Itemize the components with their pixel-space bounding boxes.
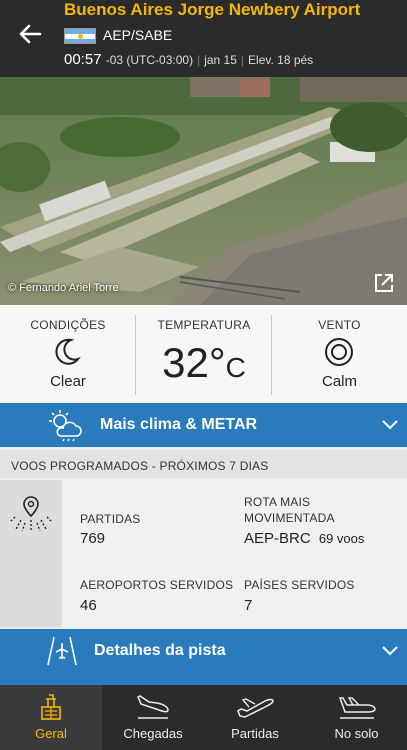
airport-building-icon [41, 694, 61, 720]
argentina-flag-icon [64, 28, 96, 44]
chevron-down-icon [382, 646, 398, 656]
airport-meta: 00:57 -03 (UTC-03:00) | jan 15 | Elev. 18 pé… [64, 51, 314, 68]
wind-value: Calm [321, 373, 357, 390]
local-time: 00:57 [64, 51, 102, 68]
conditions-value: Clear [50, 373, 86, 390]
temperature-unit: C [225, 352, 246, 383]
elevation: Elev. 18 pés [248, 53, 314, 67]
weather-icon [49, 410, 82, 442]
nav-departures-label: Partidas [231, 726, 279, 741]
calm-wind-icon [325, 338, 353, 366]
plane-landing-icon [137, 695, 169, 719]
moon-icon [55, 338, 81, 365]
photo-credit: © Fernando Ariel Torre [8, 282, 119, 294]
departures-label: PARTIDAS [80, 512, 141, 526]
bottom-navigation: Geral Chegadas Partidas No solo [0, 685, 407, 750]
local-date: jan 15 [204, 53, 237, 67]
wind-label: VENTO [318, 318, 361, 332]
busiest-route-value: AEP-BRC 69 voos [244, 530, 365, 547]
conditions-column: CONDIÇÕES Clear [0, 305, 136, 403]
more-weather-button[interactable]: Mais clima & METAR [0, 403, 407, 447]
nav-general-label: Geral [35, 726, 67, 741]
open-external-icon[interactable] [373, 272, 395, 294]
busiest-route-label: ROTA MAIS MOVIMENTADA [244, 495, 335, 525]
back-arrow-icon[interactable] [16, 20, 44, 48]
nav-arrivals-label: Chegadas [123, 726, 183, 741]
scheduled-flights-stats: PARTIDAS 769 ROTA MAIS MOVIMENTADA AEP-B… [0, 480, 407, 627]
runway-details-button[interactable]: Detalhes da pista [0, 629, 407, 673]
temperature-display: 32°C [136, 339, 272, 387]
nav-on-ground-label: No solo [334, 726, 379, 741]
plane-takeoff-icon [237, 698, 274, 718]
wind-column: VENTO Calm [272, 305, 407, 403]
runway-icon [47, 636, 77, 666]
top-bar: Buenos Aires Jorge Newbery Airport AEP/S… [0, 0, 407, 77]
nav-arrivals[interactable]: Chegadas [102, 685, 204, 750]
airport-title: Buenos Aires Jorge Newbery Airport [64, 0, 361, 19]
nav-general[interactable]: Geral [0, 685, 102, 750]
airports-served-label: AEROPORTOS SERVIDOS [80, 578, 234, 592]
conditions-panel: CONDIÇÕES Clear TEMPERATURA 32°C VENTO C… [0, 305, 407, 403]
collapsed-panel-strip [0, 673, 407, 685]
timezone: -03 (UTC-03:00) [105, 53, 194, 67]
chevron-down-icon [382, 420, 398, 430]
nav-on-ground[interactable]: No solo [306, 685, 407, 750]
airports-served-value: 46 [80, 597, 97, 614]
airport-codes: AEP/SABE [103, 27, 173, 43]
temperature-value: 32° [162, 339, 226, 386]
conditions-label: CONDIÇÕES [30, 318, 106, 332]
more-weather-label: Mais clima & METAR [100, 416, 258, 433]
route-pin-icon [10, 496, 52, 532]
plane-on-ground-icon [338, 697, 376, 719]
stats-icon-area [0, 480, 62, 627]
temperature-label: TEMPERATURA [157, 318, 251, 332]
nav-departures[interactable]: Partidas [204, 685, 306, 750]
scheduled-flights-header: VOOS PROGRAMADOS - PRÓXIMOS 7 DIAS [0, 450, 407, 478]
airport-photo[interactable] [0, 77, 407, 305]
busiest-route-flights: 69 voos [318, 531, 365, 546]
runway-details-label: Detalhes da pista [94, 642, 226, 659]
countries-served-value: 7 [244, 597, 253, 614]
countries-served-label: PAÍSES SERVIDOS [244, 578, 355, 592]
departures-value: 769 [80, 530, 106, 547]
